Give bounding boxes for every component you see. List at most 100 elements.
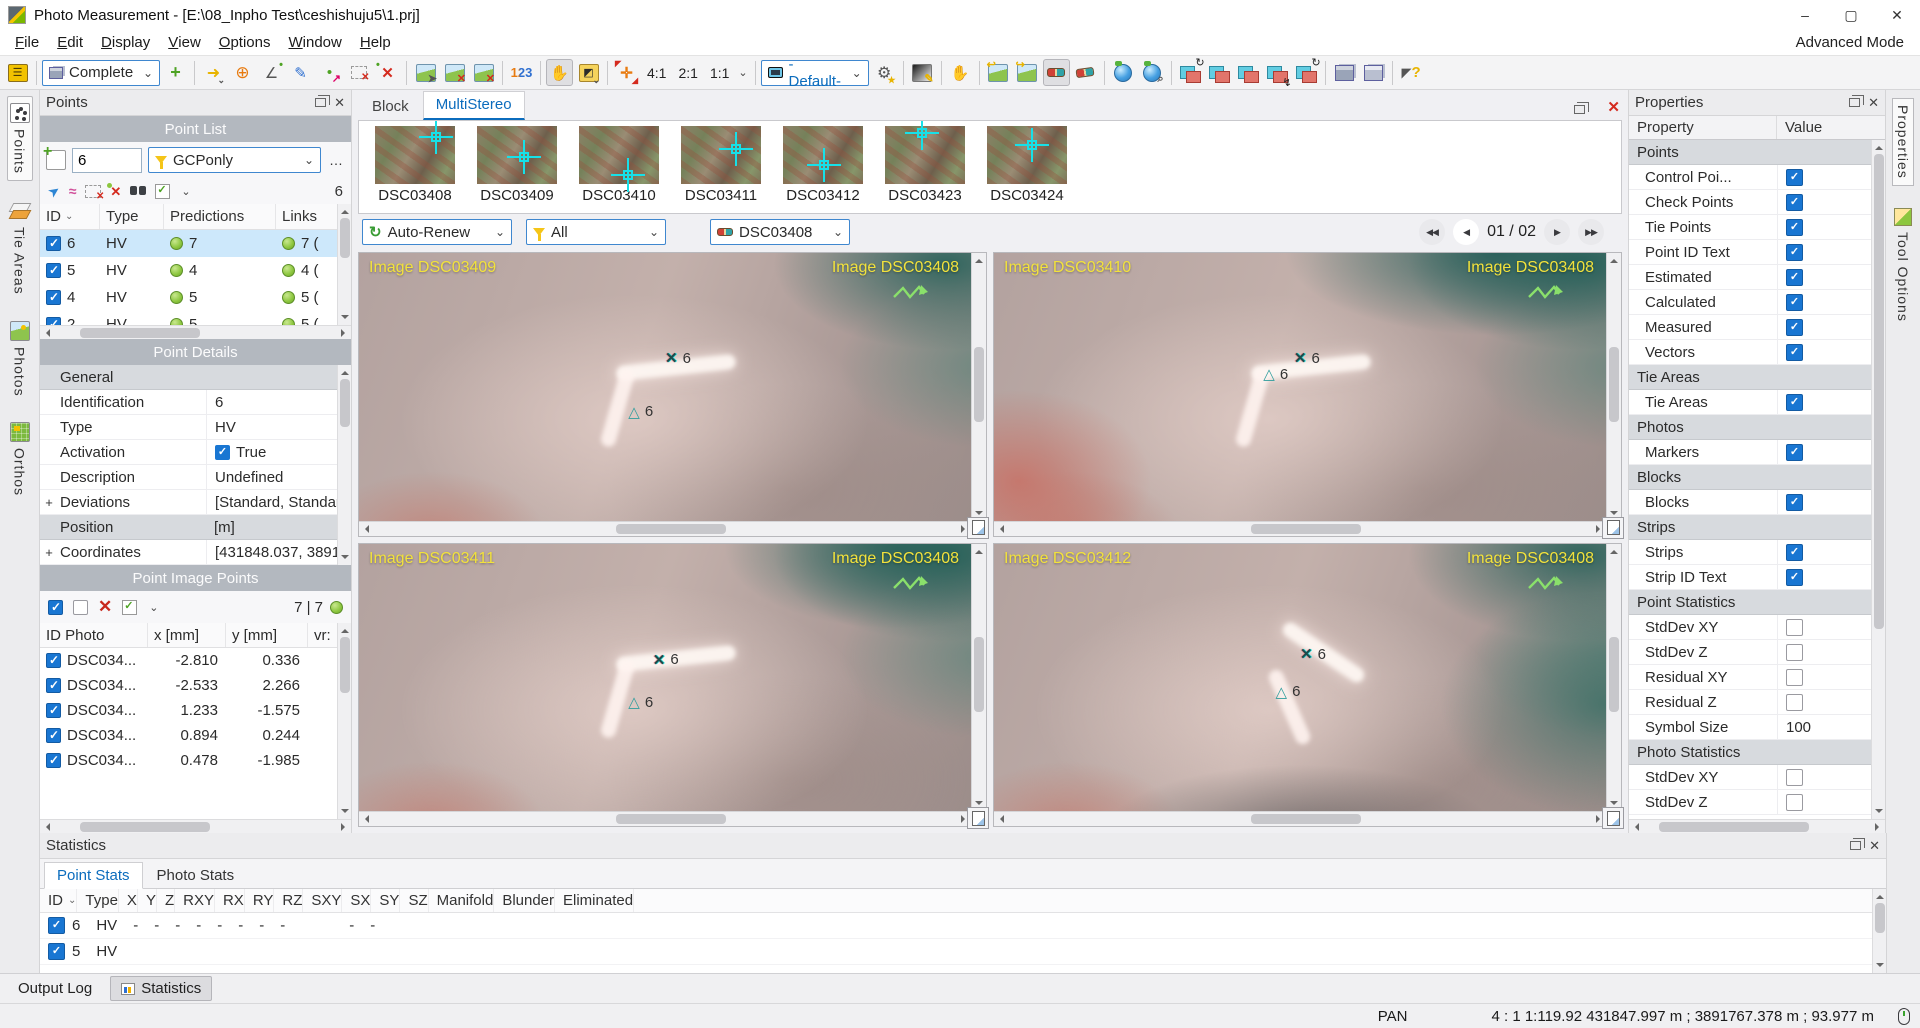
delete-point-button[interactable]: ✕• [374, 59, 401, 86]
viewport-snapshot-button[interactable] [967, 807, 989, 829]
property-value[interactable] [1675, 515, 1871, 539]
new-point-icon[interactable] [46, 150, 66, 170]
viewport-vscrollbar[interactable] [1606, 544, 1621, 812]
close-panel-icon[interactable]: ✕ [334, 95, 345, 111]
stereo-rotate-right-button[interactable]: ↻ [1293, 59, 1320, 86]
select-all-checkbox[interactable] [48, 600, 63, 615]
properties-vscrollbar[interactable] [1871, 140, 1885, 819]
property-value[interactable] [1777, 265, 1871, 289]
property-row[interactable]: Strips [1629, 515, 1885, 540]
remove-all-photo-points-button[interactable]: ✕ [470, 59, 497, 86]
property-row[interactable]: Point ID Text [1629, 240, 1885, 265]
auto-renew-select[interactable]: ↻ Auto-Renew ⌄ [362, 219, 512, 245]
point-detail-row[interactable]: Type HV [40, 415, 351, 440]
image-point-row[interactable]: DSC034... 1.233 -1.575 [40, 698, 351, 723]
property-value[interactable] [1777, 790, 1871, 814]
point-list-column-headers[interactable]: ID Type Predictions Links [40, 204, 351, 230]
stereo-viewport[interactable]: Image DSC03409 Image DSC03408 ✕6 △6 [358, 252, 987, 537]
stats-column-header[interactable]: Y [138, 889, 157, 912]
property-row[interactable]: Symbol Size 100 [1629, 715, 1885, 740]
stats-column-header[interactable]: Manifold [429, 889, 495, 912]
master-photo-select[interactable]: DSC03408 ⌄ [710, 219, 850, 245]
delete-selection-icon[interactable] [85, 185, 101, 198]
stats-column-header[interactable]: SX [342, 889, 371, 912]
property-value[interactable] [1777, 390, 1871, 414]
delete-point-icon[interactable]: ✕ [110, 185, 121, 198]
property-value[interactable] [1777, 215, 1871, 239]
column-chooser-icon[interactable] [122, 600, 137, 615]
property-row[interactable]: StdDev XY [1629, 615, 1885, 640]
expand-icon[interactable] [40, 545, 58, 560]
property-value[interactable] [1684, 415, 1871, 439]
row-checkbox[interactable] [46, 236, 61, 251]
property-row[interactable]: Control Poi... [1629, 165, 1885, 190]
property-value[interactable] [1735, 590, 1871, 614]
menu-item[interactable]: Options [210, 30, 280, 55]
workspace-tab[interactable]: Block [360, 94, 421, 120]
column-chooser-chevron[interactable]: ⌄ [179, 185, 192, 198]
project-state-select[interactable]: Complete⌄ [42, 60, 160, 86]
stereo-pair-alt-button[interactable] [1235, 59, 1262, 86]
property-row[interactable]: StdDev Z [1629, 640, 1885, 665]
row-checkbox[interactable] [46, 653, 61, 668]
point-filter-select[interactable]: GCPonly ⌄ [148, 147, 321, 173]
zoom-mode-select[interactable]: ◩⌄ [575, 59, 602, 86]
move-point-button[interactable]: •↗ [316, 59, 343, 86]
trace-route-icon[interactable]: ≈ [69, 184, 77, 198]
save-button[interactable]: ☰ [4, 59, 31, 86]
previous-photo-button[interactable]: ↩ [985, 59, 1012, 86]
dock-tab-tool-options[interactable]: Tool Options [1892, 202, 1914, 328]
delete-image-point-icon[interactable]: ✕ [98, 597, 112, 617]
photo-thumbnail[interactable]: DSC03409 [471, 126, 563, 204]
sidebar-tab-photos[interactable]: Photos [8, 315, 32, 403]
property-row[interactable]: StdDev XY [1629, 765, 1885, 790]
first-page-button[interactable]: ◀◀ [1419, 219, 1445, 245]
measured-point-marker[interactable]: ✕6 [1300, 645, 1326, 663]
bottom-dock-tab[interactable]: Output Log [8, 977, 102, 1000]
anaglyph-image[interactable]: Image DSC03410 Image DSC03408 ✕6 △6 [994, 253, 1606, 521]
image-points-column-headers[interactable]: ID Photo x [mm] y [mm] vr: [40, 623, 351, 648]
row-checkbox[interactable] [46, 317, 61, 325]
viewport-vscrollbar[interactable] [971, 253, 986, 521]
contrast-button[interactable]: ✎ [909, 59, 936, 86]
measured-point-marker[interactable]: ✕6 [1294, 349, 1320, 367]
anaglyph-view-button[interactable] [1043, 59, 1070, 86]
close-view-icon[interactable]: ✕ [1607, 98, 1620, 116]
property-row[interactable]: Blocks [1629, 490, 1885, 515]
point-list-row[interactable]: 2 HV 5 5 ( [40, 311, 351, 325]
measured-point-marker[interactable]: ✕6 [653, 651, 679, 669]
property-value[interactable] [1777, 765, 1871, 789]
next-photo-button[interactable]: ↪ [1014, 59, 1041, 86]
context-help-button[interactable]: ◤? [1398, 59, 1425, 86]
expand-icon[interactable] [40, 495, 58, 510]
viewport-snapshot-button[interactable] [967, 517, 989, 539]
property-value[interactable] [1681, 465, 1871, 489]
bottom-dock-tab[interactable]: Statistics [110, 976, 212, 1001]
stereo-pair-button[interactable] [1206, 59, 1233, 86]
viewport-hscrollbar[interactable] [994, 811, 1606, 826]
statistics-tab[interactable]: Photo Stats [145, 863, 247, 888]
anaglyph-image[interactable]: Image DSC03409 Image DSC03408 ✕6 △6 [359, 253, 971, 521]
property-value[interactable] [1777, 315, 1871, 339]
point-detail-row[interactable]: General [40, 365, 351, 390]
point-list-hscrollbar[interactable] [40, 325, 351, 339]
property-value[interactable] [1777, 165, 1871, 189]
measure-angle-button[interactable]: ∠• [258, 59, 285, 86]
property-column-header[interactable]: Property [1629, 116, 1777, 139]
stereo-viewport[interactable]: Image DSC03411 Image DSC03408 ✕6 △6 [358, 543, 987, 828]
measured-point-marker[interactable]: ✕6 [665, 349, 691, 367]
property-row[interactable]: Calculated [1629, 290, 1885, 315]
property-value[interactable] [1777, 640, 1871, 664]
property-value[interactable] [1777, 290, 1871, 314]
image-point-row[interactable]: DSC034... -2.533 2.266 [40, 673, 351, 698]
restore-view-icon[interactable] [1574, 105, 1585, 114]
property-value[interactable] [1777, 240, 1871, 264]
close-button[interactable]: ✕ [1874, 0, 1920, 30]
close-panel-icon[interactable]: ✕ [1868, 95, 1879, 111]
stats-column-header[interactable]: SZ [400, 889, 428, 912]
point-detail-row[interactable]: Activation True [40, 440, 351, 465]
more-options-button[interactable]: … [327, 152, 345, 168]
property-value[interactable] [1777, 190, 1871, 214]
image-point-row[interactable]: DSC034... 0.894 0.244 [40, 723, 351, 748]
sidebar-tab-orthos[interactable]: Orthos [8, 416, 32, 502]
